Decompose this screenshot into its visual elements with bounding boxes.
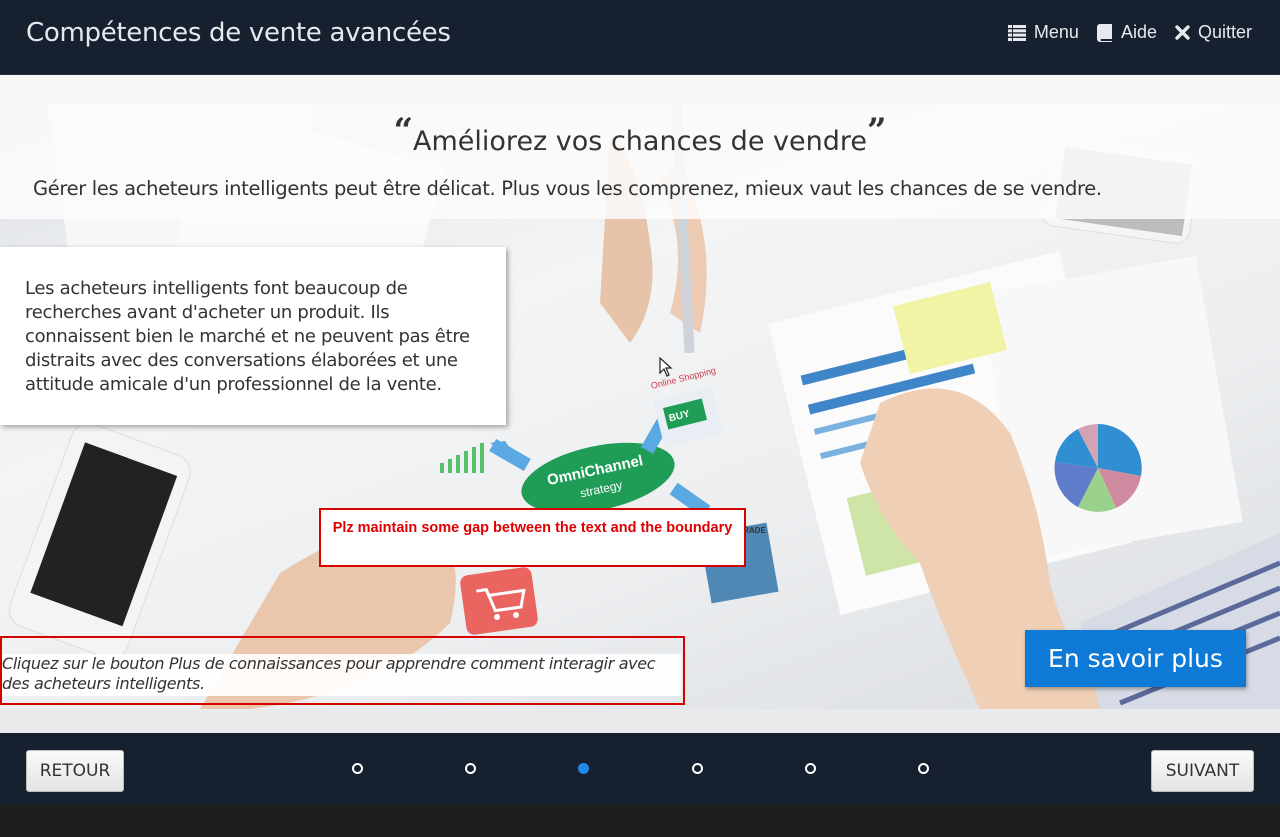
slide-stage: OmniChannel strategy BUY Online Shopping… [0, 75, 1280, 733]
review-annotation-text: Plz maintain some gap between the text a… [332, 520, 733, 536]
learn-more-button[interactable]: En savoir plus [1025, 630, 1246, 687]
quit-label: Quitter [1197, 22, 1252, 42]
info-card-text: Les acheteurs intelligents font beaucoup… [25, 278, 470, 395]
mouse-cursor-icon [659, 357, 673, 377]
slide-subtitle: Gérer les acheteurs intelligents peut êt… [33, 177, 1102, 200]
review-annotation: Plz maintain some gap between the text a… [319, 508, 746, 567]
close-icon [1175, 25, 1190, 40]
course-title: Compétences de vente avancées [26, 18, 451, 48]
book-icon [1096, 23, 1112, 42]
menu-button[interactable]: Menu [1007, 22, 1079, 43]
help-label: Aide [1120, 22, 1157, 42]
slide-title: “Améliorez vos chances de vendre” [0, 111, 1280, 159]
menu-label: Menu [1033, 22, 1079, 42]
title-banner: “Améliorez vos chances de vendre” Gérer … [0, 103, 1280, 219]
slide-title-text: Améliorez vos chances de vendre [413, 126, 867, 157]
page-dot-4[interactable] [692, 763, 703, 774]
stage-bottom-strip [0, 709, 1280, 733]
close-quote-mark: ” [866, 111, 887, 151]
help-button[interactable]: Aide [1096, 22, 1157, 43]
info-card: Les acheteurs intelligents font beaucoup… [0, 247, 506, 425]
top-bar: Compétences de vente avancées Menu Aide … [0, 0, 1280, 75]
list-icon [1007, 24, 1026, 41]
back-button[interactable]: RETOUR [26, 750, 124, 792]
page-dot-5[interactable] [805, 763, 816, 774]
page-dot-6[interactable] [918, 763, 929, 774]
instruction-text: Cliquez sur le bouton Plus de connaissan… [2, 654, 656, 693]
quit-button[interactable]: Quitter [1175, 22, 1252, 43]
page-dot-3-current[interactable] [578, 763, 589, 774]
next-button[interactable]: SUIVANT [1151, 750, 1254, 792]
page-dot-2[interactable] [465, 763, 476, 774]
header-nav: Menu Aide Quitter [1007, 22, 1252, 43]
bottom-nav-bar: RETOUR SUIVANT [0, 733, 1280, 805]
window-bottom-bar [0, 805, 1280, 837]
page-dot-1[interactable] [352, 763, 363, 774]
open-quote-mark: “ [393, 111, 414, 151]
stage-top-strip [0, 75, 1280, 103]
